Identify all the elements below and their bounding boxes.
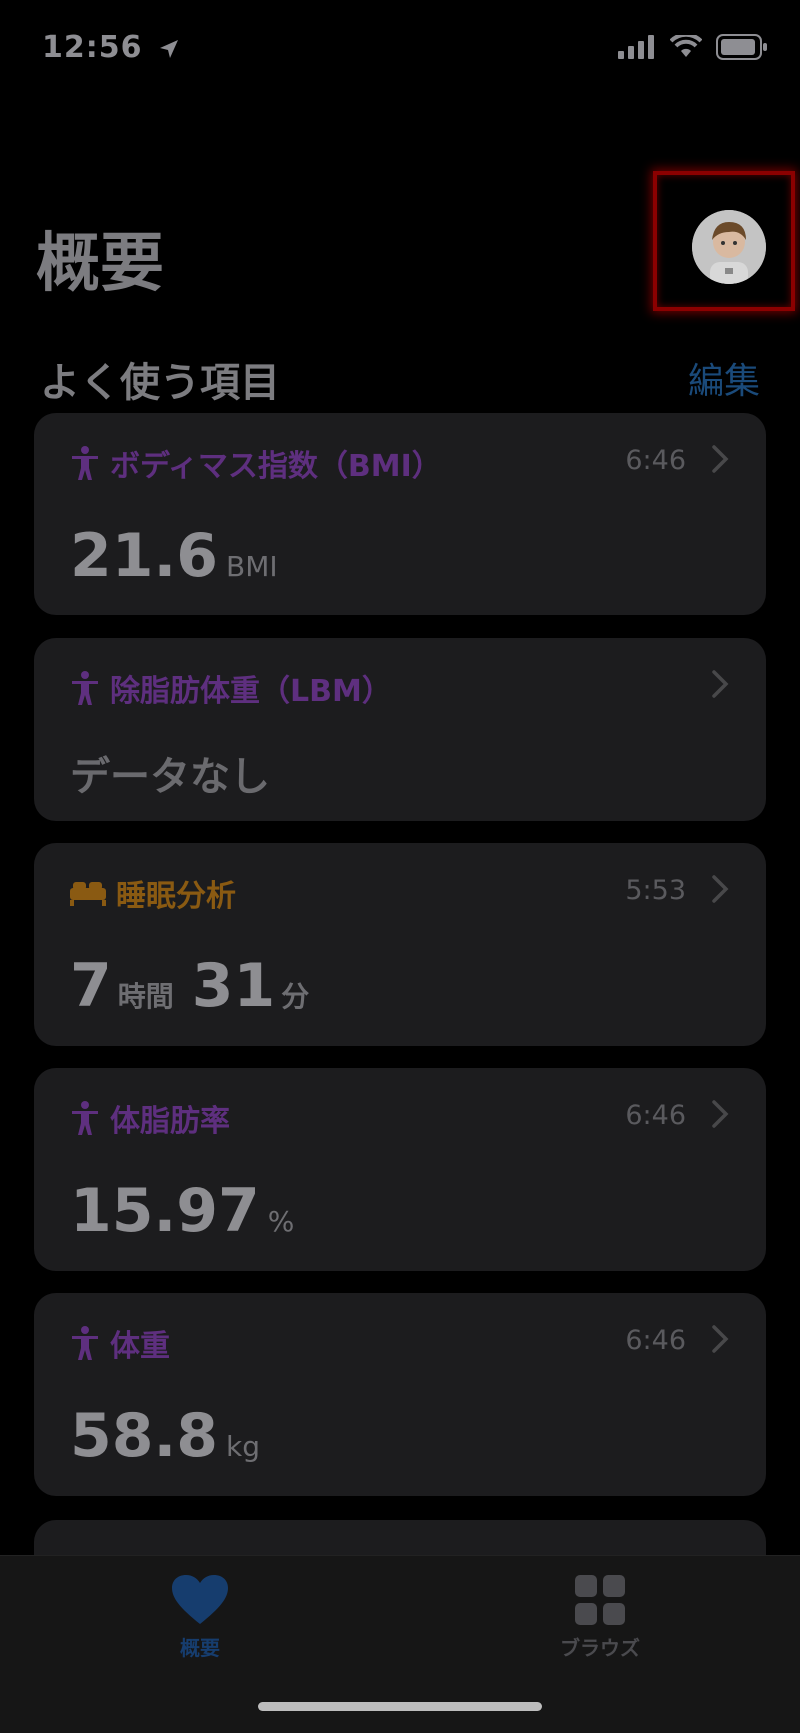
chevron-right-icon: [712, 875, 729, 903]
location-arrow-icon: [159, 39, 178, 58]
value-unit: %: [267, 1205, 295, 1238]
bmi-card[interactable]: ボディマス指数（BMI） 6:46 21.6 BMI: [34, 413, 766, 615]
card-label: ボディマス指数（BMI）: [110, 449, 442, 484]
card-value: 7 時間 31 分: [70, 951, 327, 1021]
grid-icon: [575, 1575, 625, 1625]
card-time: 6:46: [625, 1100, 686, 1131]
tab-summary[interactable]: 概要: [130, 1574, 270, 1661]
health-summary-screen: 12:56 概要 よく使う項目 編集 ボディマス指数（BMI） 6:46 21.…: [0, 0, 800, 1733]
weight-card[interactable]: 体重 6:46 58.8 kg: [34, 1293, 766, 1496]
card-header: 除脂肪体重（LBM）: [70, 666, 392, 710]
card-label: 体重: [110, 1329, 170, 1364]
minutes-unit: 分: [281, 980, 310, 1013]
figure-icon: [72, 446, 98, 480]
lbm-card[interactable]: 除脂肪体重（LBM） データなし: [34, 638, 766, 821]
cellular-signal-icon: [618, 35, 654, 59]
favorites-title: よく使う項目: [40, 360, 280, 406]
card-header: 睡眠分析: [70, 871, 236, 915]
figure-icon: [72, 1101, 98, 1135]
card-time: 5:53: [625, 875, 686, 906]
figure-icon: [72, 1326, 98, 1360]
no-data-text: データなし: [70, 754, 270, 800]
edit-button[interactable]: 編集: [688, 352, 760, 404]
chevron-right-icon: [712, 1100, 729, 1128]
status-time: 12:56: [42, 30, 180, 65]
card-header: 体重: [70, 1321, 170, 1365]
minutes-number: 31: [191, 951, 276, 1021]
card-label: 睡眠分析: [116, 879, 236, 914]
bed-icon: [70, 882, 106, 906]
hours-unit: 時間: [117, 980, 174, 1013]
card-value: データなし: [70, 744, 270, 802]
page-title: 概要: [36, 227, 164, 301]
hours-number: 7: [70, 951, 112, 1021]
figure-icon: [72, 671, 98, 705]
card-value: 21.6 BMI: [70, 521, 278, 591]
sleep-card[interactable]: 睡眠分析 5:53 7 時間 31 分: [34, 843, 766, 1046]
card-header: 体脂肪率: [70, 1096, 230, 1140]
chevron-right-icon: [712, 445, 729, 473]
card-header: ボディマス指数（BMI）: [70, 441, 442, 485]
avatar-icon: [692, 210, 766, 284]
tab-summary-label: 概要: [180, 1636, 220, 1660]
heart-icon: [172, 1575, 228, 1624]
card-value: 15.97 %: [70, 1176, 294, 1246]
tab-browse[interactable]: ブラウズ: [530, 1574, 670, 1661]
value-number: 15.97: [70, 1176, 260, 1246]
value-unit: BMI: [226, 550, 278, 583]
value-unit: kg: [226, 1430, 261, 1463]
card-time: 6:46: [625, 1325, 686, 1356]
card-time: 6:46: [625, 445, 686, 476]
card-label: 除脂肪体重（LBM）: [110, 674, 392, 709]
home-indicator: [258, 1702, 542, 1711]
battery-icon: [716, 34, 767, 60]
value-number: 58.8: [70, 1401, 219, 1471]
chevron-right-icon: [712, 1325, 729, 1353]
body-fat-card[interactable]: 体脂肪率 6:46 15.97 %: [34, 1068, 766, 1271]
chevron-right-icon: [712, 670, 729, 698]
tab-browse-label: ブラウズ: [560, 1636, 640, 1660]
wifi-icon: [670, 35, 702, 57]
card-label: 体脂肪率: [110, 1104, 230, 1139]
value-number: 21.6: [70, 521, 219, 591]
status-indicators: [618, 34, 768, 60]
profile-avatar-button[interactable]: [692, 210, 766, 284]
card-value: 58.8 kg: [70, 1401, 260, 1471]
